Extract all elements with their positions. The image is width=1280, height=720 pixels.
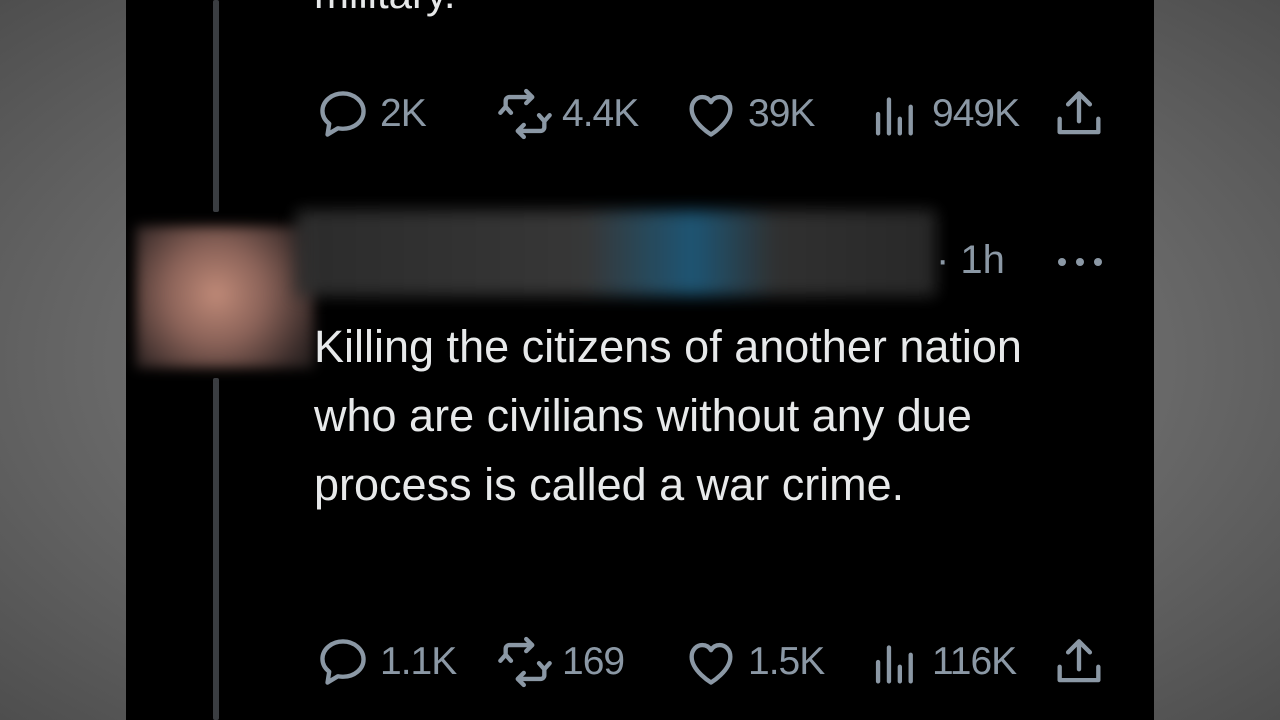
share-icon [1057, 639, 1101, 683]
reply-count: 1.1K [380, 640, 457, 683]
share-button[interactable] [1050, 84, 1108, 144]
tweet-body-text: Killing the citizens of another nation w… [314, 321, 1022, 510]
avatar[interactable] [136, 226, 314, 368]
tweet-thread-panel: military. 2K 4.4K 39K 949K [126, 0, 1154, 720]
bar-chart-icon [875, 97, 913, 136]
share-button[interactable] [1050, 632, 1108, 692]
like-count: 1.5K [748, 640, 825, 683]
retweet-icon [498, 636, 552, 688]
tweet-timestamp[interactable]: · 1h [936, 238, 1005, 283]
like-count: 39K [748, 92, 815, 135]
video-frame: military. 2K 4.4K 39K 949K [0, 0, 1280, 720]
reply-tweet-actions: 1.1K 169 1.5K 116K [126, 632, 1154, 692]
reply-button[interactable]: 2K [314, 84, 427, 144]
author-name-blurred[interactable] [296, 210, 936, 296]
speech-bubble-icon [320, 91, 366, 137]
views-button[interactable]: 949K [866, 84, 1020, 144]
retweet-button[interactable]: 169 [496, 632, 625, 692]
views-count: 116K [932, 640, 1017, 683]
views-button[interactable]: 116K [866, 632, 1017, 692]
more-dots-icon[interactable] [1052, 248, 1108, 276]
like-button[interactable]: 1.5K [682, 632, 825, 692]
previous-tweet-actions: 2K 4.4K 39K 949K [126, 84, 1154, 144]
previous-tweet-text: military. [314, 0, 456, 18]
reply-button[interactable]: 1.1K [314, 632, 457, 692]
retweet-button[interactable]: 4.4K [496, 84, 639, 144]
like-button[interactable]: 39K [682, 84, 815, 144]
reply-count: 2K [380, 92, 427, 135]
views-count: 949K [932, 92, 1020, 135]
retweet-icon [498, 88, 552, 140]
bar-chart-icon [875, 645, 913, 684]
heart-icon [689, 94, 733, 137]
share-icon [1057, 91, 1101, 135]
heart-icon [689, 642, 733, 685]
retweet-count: 169 [562, 640, 625, 683]
speech-bubble-icon [320, 639, 366, 685]
retweet-count: 4.4K [562, 92, 639, 135]
